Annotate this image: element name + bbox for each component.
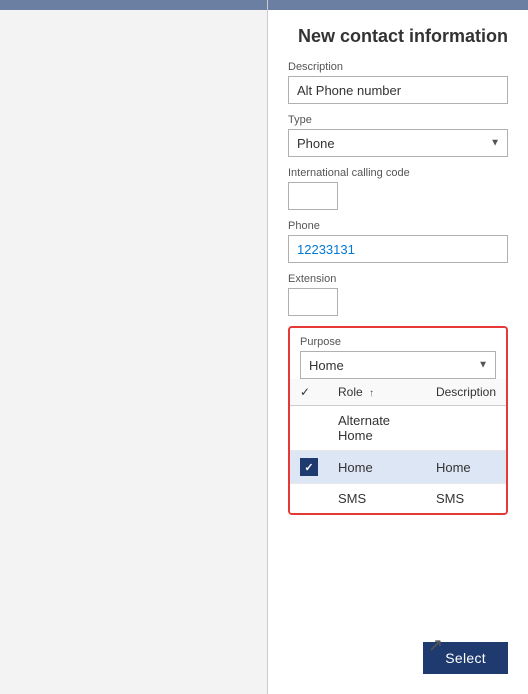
intl-code-label: International calling code: [288, 167, 508, 179]
panel-content: New contact information Description Type…: [268, 10, 528, 632]
extension-field-group: Extension: [288, 273, 508, 316]
description-input[interactable]: [288, 76, 508, 104]
intl-code-input[interactable]: [288, 182, 338, 210]
description-label: Description: [288, 61, 508, 73]
row-description-cell: [426, 406, 506, 451]
row-role-cell: SMS: [328, 484, 426, 514]
row-description-cell: SMS: [426, 484, 506, 514]
purpose-select[interactable]: Home Business Other: [300, 351, 496, 379]
purpose-label: Purpose: [300, 336, 496, 348]
row-role-cell: Home: [328, 451, 426, 484]
purpose-field-group: Purpose Home Business Other ▼: [300, 336, 496, 379]
type-select-wrapper: Phone Email URL ▼: [288, 129, 508, 157]
cursor-icon: ↖: [428, 635, 443, 656]
extension-input[interactable]: [288, 288, 338, 316]
intl-code-field-group: International calling code: [288, 167, 508, 210]
row-role-cell: Alternate Home: [328, 406, 426, 451]
left-panel-header: [0, 0, 267, 10]
left-panel: [0, 0, 268, 694]
table-description-header: Description: [426, 379, 506, 406]
table-row[interactable]: SMS SMS: [290, 484, 506, 514]
type-field-group: Type Phone Email URL ▼: [288, 114, 508, 157]
page-title: New contact information: [288, 26, 508, 47]
right-panel: New contact information Description Type…: [268, 0, 528, 694]
row-check-cell: ✓: [290, 451, 328, 484]
phone-field-group: Phone: [288, 220, 508, 263]
table-row[interactable]: Alternate Home: [290, 406, 506, 451]
row-description-cell: Home: [426, 451, 506, 484]
phone-label: Phone: [288, 220, 508, 232]
type-label: Type: [288, 114, 508, 126]
type-select[interactable]: Phone Email URL: [288, 129, 508, 157]
check-mark-icon: ✓: [300, 458, 318, 476]
footer-area: ↖ Select: [268, 632, 528, 694]
purpose-inner: Purpose Home Business Other ▼: [290, 328, 506, 379]
sort-icon: ↑: [369, 388, 374, 399]
left-inner-content: [0, 10, 267, 694]
purpose-dropdown-table: ✓ Role ↑ Description Alternate Home: [290, 379, 506, 513]
phone-input[interactable]: [288, 235, 508, 263]
table-check-header: ✓: [290, 379, 328, 406]
table-row[interactable]: ✓ Home Home: [290, 451, 506, 484]
extension-label: Extension: [288, 273, 508, 285]
purpose-select-wrapper: Home Business Other ▼: [300, 351, 496, 379]
description-field-group: Description: [288, 61, 508, 104]
right-panel-header: [268, 0, 528, 10]
table-role-header[interactable]: Role ↑: [328, 379, 426, 406]
row-check-cell: [290, 406, 328, 451]
purpose-highlight-box: Purpose Home Business Other ▼ ✓: [288, 326, 508, 515]
row-check-cell: [290, 484, 328, 514]
